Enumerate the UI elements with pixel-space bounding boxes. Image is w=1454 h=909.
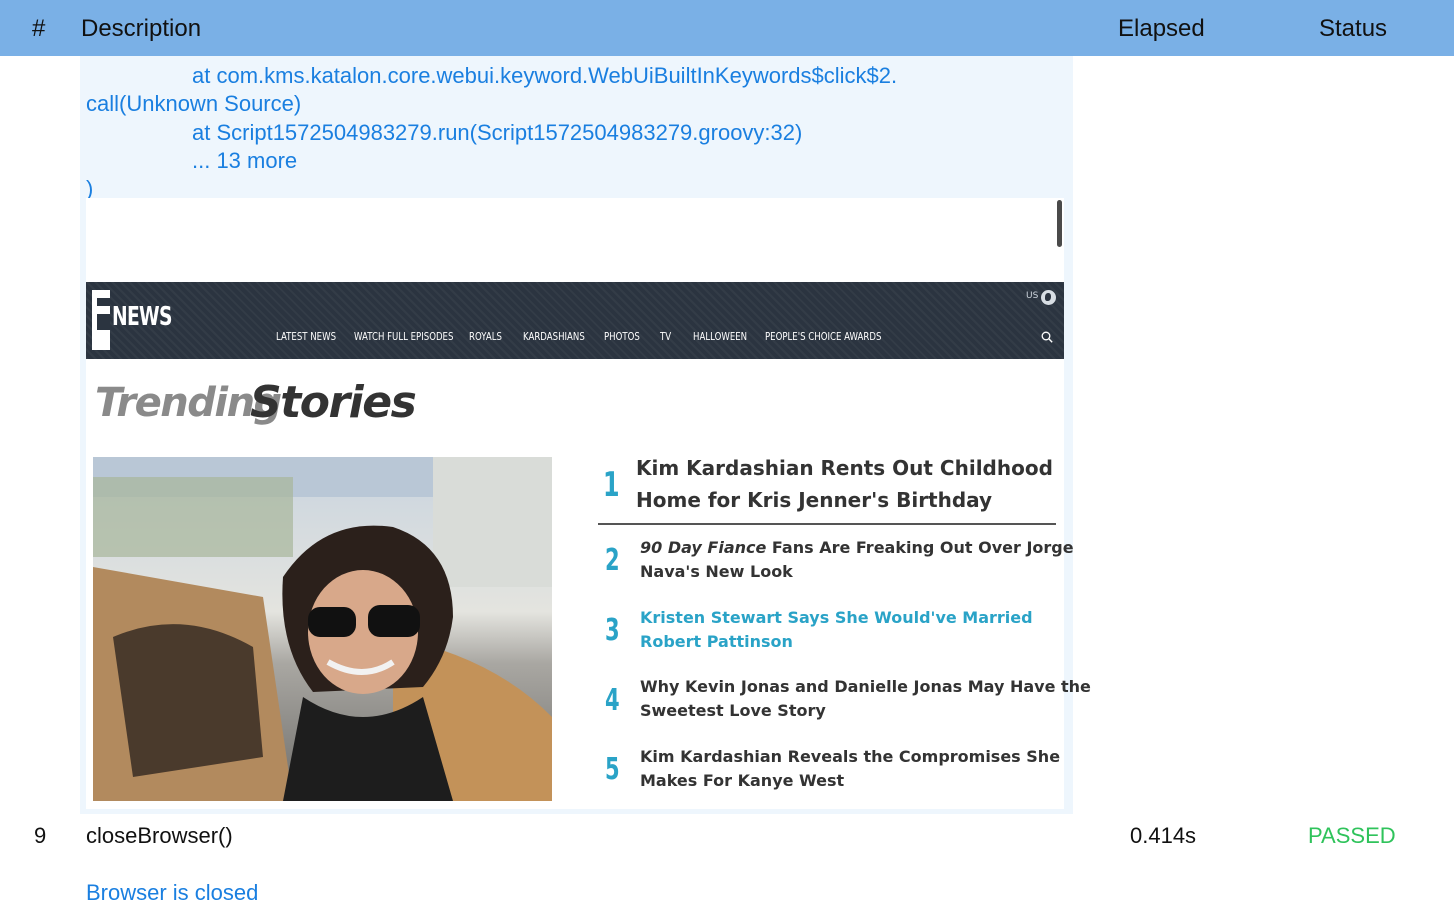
search-icon[interactable] — [1041, 331, 1053, 343]
scrollbar-thumb[interactable] — [1057, 200, 1062, 247]
step-number: 9 — [34, 823, 47, 848]
story-title-4-cont[interactable]: Sweetest Love Story — [640, 699, 826, 723]
story-photo[interactable] — [93, 457, 552, 801]
story-number: 2 — [605, 543, 620, 578]
log-line: call(Unknown Source) — [86, 91, 302, 116]
story-title-1-cont[interactable]: Home for Kris Jenner's Birthday — [636, 484, 992, 516]
story-title-2-cont[interactable]: Nava's New Look — [640, 560, 793, 584]
story-number: 1 — [603, 465, 620, 505]
enews-nav-bar — [86, 282, 1064, 359]
nav-item-royals[interactable]: ROYALS — [469, 330, 502, 343]
story-title-2-rest: Fans Are Freaking Out Over Jorge — [766, 538, 1074, 557]
globe-icon[interactable] — [1041, 290, 1056, 305]
e-logo-dot — [92, 340, 110, 350]
region-label[interactable]: US — [1026, 291, 1038, 301]
table-header: # Description Elapsed Status — [0, 0, 1454, 56]
log-line: at com.kms.katalon.core.webui.keyword.We… — [192, 63, 898, 88]
story-title-2-italic: 90 Day Fiance — [640, 538, 767, 557]
story-title-2[interactable]: 90 Day Fiance Fans Are Freaking Out Over… — [640, 536, 1074, 560]
column-header-description: Description — [81, 15, 202, 42]
column-header-number: # — [32, 15, 46, 42]
story-number: 5 — [605, 752, 620, 787]
story-title-5-cont[interactable]: Makes For Kanye West — [640, 769, 844, 793]
column-header-elapsed: Elapsed — [1118, 15, 1205, 42]
story-title-3-cont[interactable]: Robert Pattinson — [640, 630, 793, 654]
logo-text: NEWS — [112, 302, 172, 332]
log-line: ... 13 more — [192, 148, 298, 173]
nav-item-tv[interactable]: TV — [660, 330, 671, 343]
story-title-3[interactable]: Kristen Stewart Says She Would've Marrie… — [640, 606, 1033, 630]
story-number: 4 — [605, 683, 620, 718]
nav-item-watch-full-episodes[interactable]: WATCH FULL EPISODES — [354, 330, 453, 343]
nav-item-peoples-choice-awards[interactable]: PEOPLE'S CHOICE AWARDS — [765, 330, 881, 343]
story-divider — [598, 523, 1056, 525]
nav-item-halloween[interactable]: HALLOWEEN — [693, 330, 747, 343]
nav-item-latest-news[interactable]: LATEST NEWS — [276, 330, 336, 343]
trending-heading-part2: Stories — [250, 377, 417, 428]
story-title-4[interactable]: Why Kevin Jonas and Danielle Jonas May H… — [640, 675, 1091, 699]
step-elapsed: 0.414s — [1130, 823, 1197, 848]
enews-logo[interactable]: NEWS — [92, 290, 192, 352]
story-number: 3 — [605, 613, 620, 648]
step-description[interactable]: closeBrowser() — [86, 823, 233, 849]
column-header-status: Status — [1319, 15, 1388, 42]
story-title-5[interactable]: Kim Kardashian Reveals the Compromises S… — [640, 745, 1060, 769]
nav-item-photos[interactable]: PHOTOS — [604, 330, 640, 343]
story-title-1[interactable]: Kim Kardashian Rents Out Childhood — [636, 452, 1053, 484]
step-message: Browser is closed — [86, 880, 259, 905]
nav-item-kardashians[interactable]: KARDASHIANS — [523, 330, 585, 343]
log-line: at Script1572504983279.run(Script1572504… — [192, 120, 803, 145]
step-status-badge: PASSED — [1308, 823, 1396, 848]
story-photo-illustration — [93, 457, 552, 801]
